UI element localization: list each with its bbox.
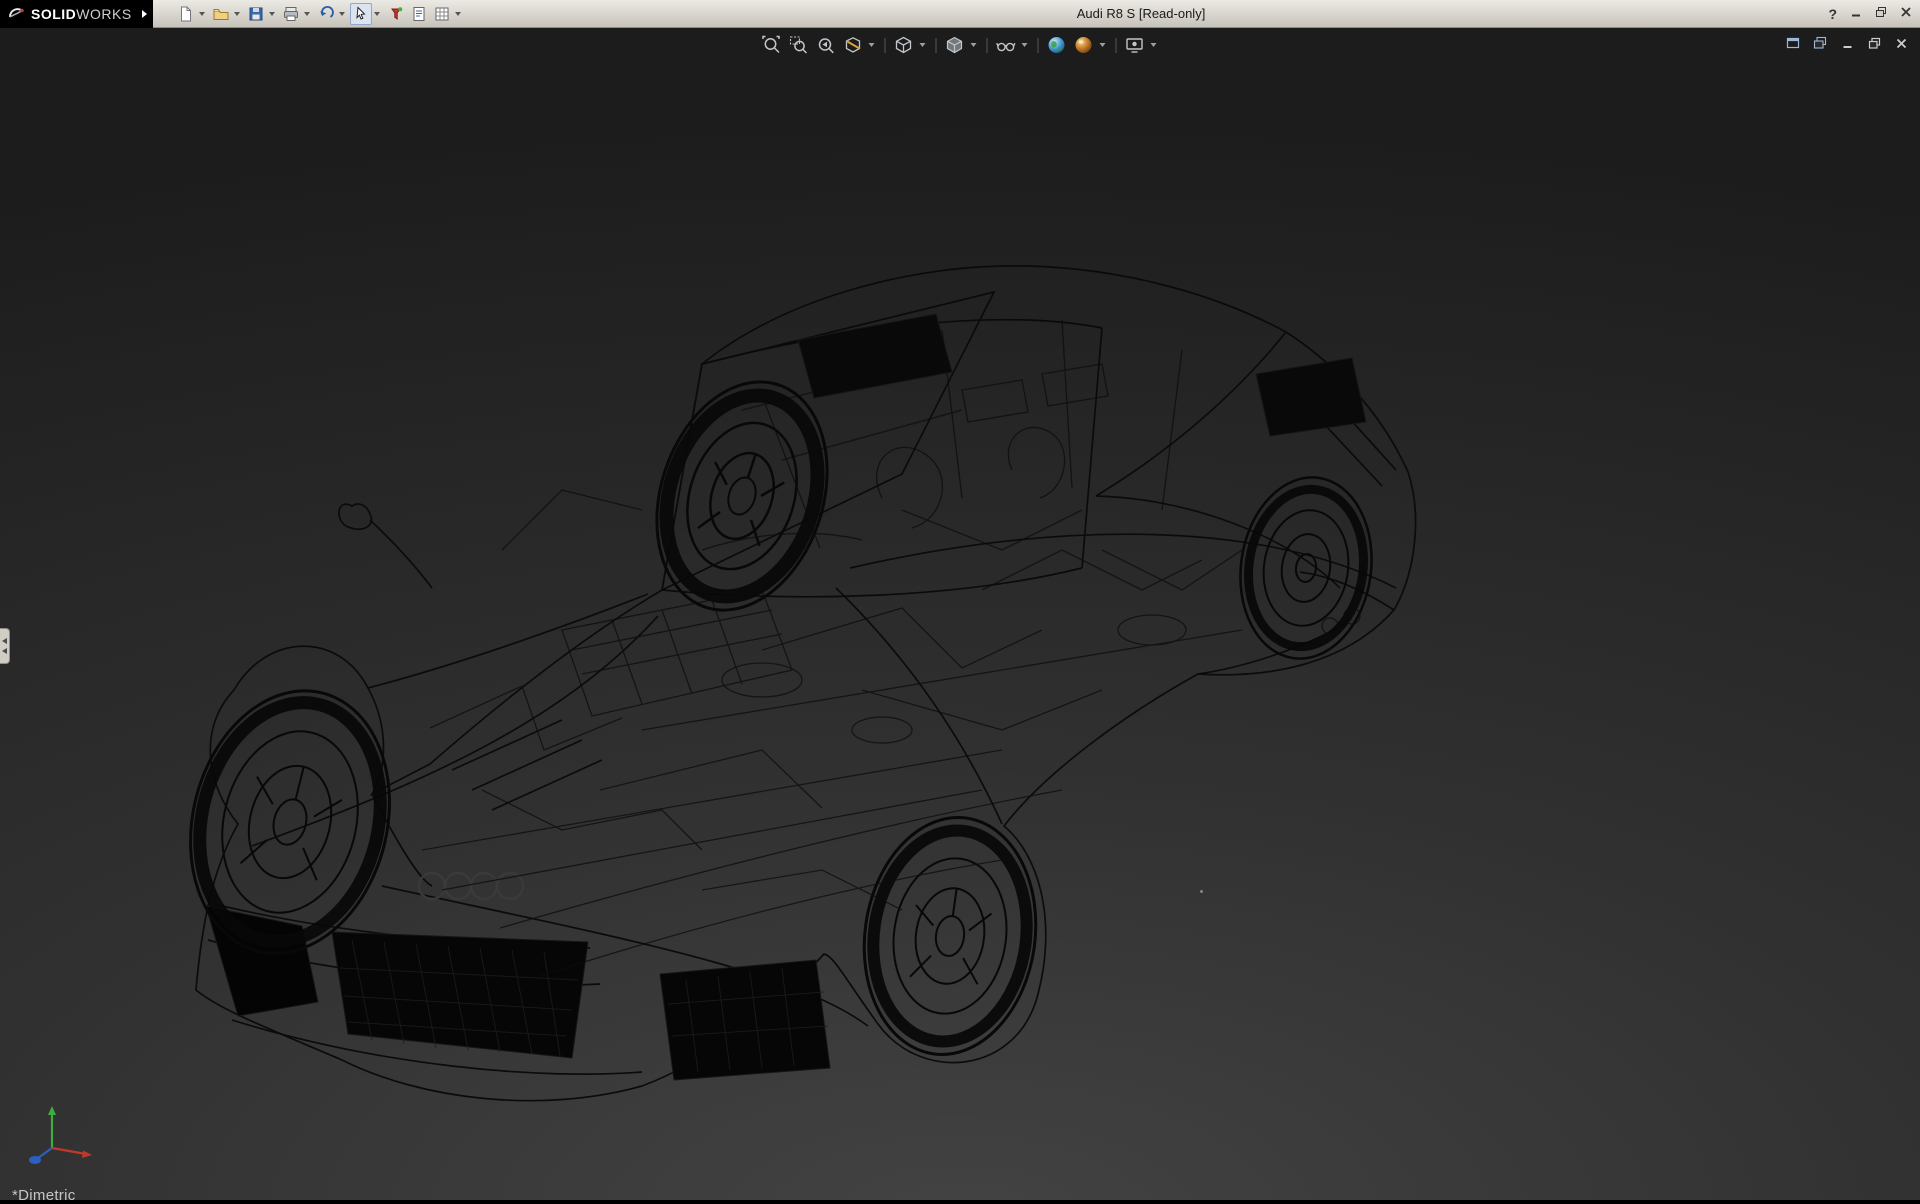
zoom-to-area-icon bbox=[789, 35, 809, 55]
window-tile-button[interactable] bbox=[1784, 34, 1802, 52]
apply-scene-sphere-icon bbox=[1074, 35, 1094, 55]
save-button[interactable] bbox=[245, 3, 267, 25]
window-cascade-icon bbox=[1813, 36, 1827, 50]
edit-appearance-globe-icon bbox=[1047, 35, 1067, 55]
apply-scene-dropdown-arrow[interactable] bbox=[1100, 43, 1106, 47]
hide-show-items-button[interactable] bbox=[994, 33, 1018, 57]
toolbar-separator bbox=[1116, 38, 1117, 53]
toolbar-separator bbox=[987, 38, 988, 53]
audi-r8-wireframe-model[interactable] bbox=[0, 28, 1920, 1200]
brand-bold: SOLID bbox=[31, 6, 76, 22]
print-button[interactable] bbox=[280, 3, 302, 25]
open-dropdown-arrow[interactable] bbox=[234, 12, 240, 16]
audi-rings bbox=[419, 873, 523, 899]
graphics-viewport[interactable]: *Dimetric bbox=[0, 28, 1920, 1200]
document-window-controls bbox=[1784, 34, 1910, 52]
doc-minimize-button[interactable] bbox=[1838, 34, 1856, 52]
hide-show-glasses-icon bbox=[996, 35, 1016, 55]
display-style-button[interactable] bbox=[943, 33, 967, 57]
collapse-left-icon bbox=[2, 638, 7, 644]
toolbar-separator bbox=[1038, 38, 1039, 53]
display-style-icon bbox=[945, 35, 965, 55]
window-cascade-button[interactable] bbox=[1811, 34, 1829, 52]
new-dropdown-arrow[interactable] bbox=[199, 12, 205, 16]
doc-restore-icon bbox=[1868, 37, 1881, 50]
window-controls: ? bbox=[1828, 0, 1912, 28]
undo-button[interactable] bbox=[315, 3, 337, 25]
view-orientation-cube-icon bbox=[894, 35, 914, 55]
file-properties-button[interactable] bbox=[408, 3, 430, 25]
doc-close-icon bbox=[1895, 37, 1908, 50]
save-icon bbox=[247, 5, 265, 23]
new-document-button[interactable] bbox=[175, 3, 197, 25]
reference-triad bbox=[22, 1102, 100, 1174]
z-axis-arrow-icon bbox=[29, 1156, 41, 1164]
open-button[interactable] bbox=[210, 3, 232, 25]
brand-text: SOLIDWORKS bbox=[31, 6, 132, 22]
window-title: Audi R8 S [Read-only] bbox=[1077, 6, 1206, 21]
selection-filter-icon bbox=[387, 5, 405, 23]
new-document-icon bbox=[177, 5, 195, 23]
select-cursor-icon bbox=[352, 5, 370, 23]
y-axis-arrow-icon bbox=[48, 1106, 56, 1115]
select-button[interactable] bbox=[350, 3, 372, 25]
view-orientation-button[interactable] bbox=[892, 33, 916, 57]
heads-up-view-toolbar bbox=[760, 33, 1161, 57]
view-orientation-dropdown-arrow[interactable] bbox=[920, 43, 926, 47]
previous-view-icon bbox=[816, 35, 836, 55]
options-dropdown-arrow[interactable] bbox=[455, 12, 461, 16]
select-dropdown-arrow[interactable] bbox=[374, 12, 380, 16]
previous-view-button[interactable] bbox=[814, 33, 838, 57]
window-tile-icon bbox=[1786, 36, 1800, 50]
open-icon bbox=[212, 5, 230, 23]
save-dropdown-arrow[interactable] bbox=[269, 12, 275, 16]
solidworks-mark-icon bbox=[8, 5, 25, 22]
close-button[interactable] bbox=[1900, 5, 1912, 23]
panel-splitter-collapse[interactable] bbox=[0, 628, 10, 664]
toolbar-separator bbox=[936, 38, 937, 53]
title-bar: SOLIDWORKS bbox=[0, 0, 1920, 28]
print-dropdown-arrow[interactable] bbox=[304, 12, 310, 16]
view-orientation-label: *Dimetric bbox=[12, 1187, 76, 1204]
print-icon bbox=[282, 5, 300, 23]
doc-minimize-icon bbox=[1841, 37, 1854, 50]
cursor-dot bbox=[1200, 890, 1203, 893]
section-view-icon bbox=[843, 35, 863, 55]
hide-show-dropdown-arrow[interactable] bbox=[1022, 43, 1028, 47]
collapse-left-icon bbox=[2, 648, 7, 654]
zoom-to-fit-icon bbox=[762, 35, 782, 55]
main-toolbar bbox=[175, 3, 465, 25]
zoom-to-fit-button[interactable] bbox=[760, 33, 784, 57]
help-button[interactable]: ? bbox=[1828, 6, 1837, 22]
solidworks-logo: SOLIDWORKS bbox=[0, 0, 153, 28]
view-settings-icon bbox=[1125, 35, 1145, 55]
section-view-button[interactable] bbox=[841, 33, 865, 57]
edit-appearance-button[interactable] bbox=[1045, 33, 1069, 57]
minimize-button[interactable] bbox=[1850, 5, 1862, 23]
undo-icon bbox=[317, 5, 335, 23]
section-view-dropdown-arrow[interactable] bbox=[869, 43, 875, 47]
restore-icon bbox=[1875, 6, 1887, 18]
brand-light: WORKS bbox=[76, 6, 131, 22]
options-button[interactable] bbox=[431, 3, 453, 25]
menu-expand-icon[interactable] bbox=[142, 10, 147, 18]
x-axis-arrow-icon bbox=[82, 1151, 92, 1159]
view-settings-button[interactable] bbox=[1123, 33, 1147, 57]
restore-button[interactable] bbox=[1875, 5, 1887, 23]
apply-scene-button[interactable] bbox=[1072, 33, 1096, 57]
close-icon bbox=[1900, 6, 1912, 18]
doc-restore-button[interactable] bbox=[1865, 34, 1883, 52]
toolbar-separator bbox=[885, 38, 886, 53]
undo-dropdown-arrow[interactable] bbox=[339, 12, 345, 16]
zoom-to-area-button[interactable] bbox=[787, 33, 811, 57]
doc-close-button[interactable] bbox=[1892, 34, 1910, 52]
file-properties-icon bbox=[410, 5, 428, 23]
display-style-dropdown-arrow[interactable] bbox=[971, 43, 977, 47]
selection-filter-button[interactable] bbox=[385, 3, 407, 25]
minimize-icon bbox=[1850, 6, 1862, 18]
view-settings-dropdown-arrow[interactable] bbox=[1151, 43, 1157, 47]
options-icon bbox=[433, 5, 451, 23]
